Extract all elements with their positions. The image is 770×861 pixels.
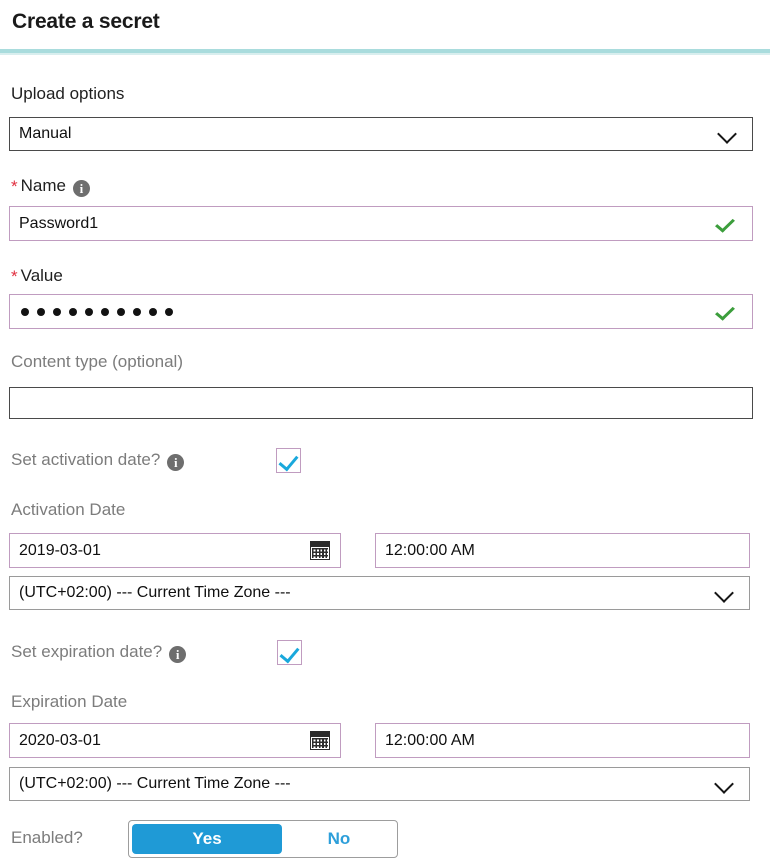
set-activation-date-checkbox[interactable]: [276, 448, 301, 473]
check-icon: [718, 214, 738, 234]
upload-options-label-text: Upload options: [11, 84, 124, 103]
info-icon[interactable]: i: [169, 646, 186, 663]
expiration-date-label-text: Expiration Date: [11, 692, 127, 711]
name-input[interactable]: Password1: [9, 206, 753, 241]
enabled-toggle[interactable]: Yes No: [128, 820, 398, 858]
expiration-time-value: 12:00:00 AM: [376, 732, 749, 750]
upload-options-value: Manual: [10, 125, 716, 143]
set-activation-date-label: Set activation date? i: [11, 450, 184, 470]
expiration-date-value: 2020-03-01: [10, 732, 310, 750]
info-icon-glyph: i: [80, 182, 84, 195]
header-accent-divider-soft: [0, 53, 770, 55]
upload-options-label: Upload options: [11, 84, 124, 104]
activation-date-input[interactable]: 2019-03-01: [9, 533, 341, 568]
upload-options-select[interactable]: Manual: [9, 117, 753, 151]
expiration-date-label: Expiration Date: [11, 692, 127, 712]
enabled-label: Enabled?: [11, 828, 83, 848]
info-icon-glyph: i: [174, 456, 178, 469]
activation-date-label: Activation Date: [11, 500, 125, 520]
check-icon: [718, 302, 738, 322]
name-label-text: Name: [21, 176, 66, 195]
content-type-label-text: Content type (optional): [11, 352, 183, 371]
expiration-timezone-select[interactable]: (UTC+02:00) --- Current Time Zone ---: [9, 767, 750, 801]
activation-time-input[interactable]: 12:00:00 AM: [375, 533, 750, 568]
expiration-timezone-value: (UTC+02:00) --- Current Time Zone ---: [10, 775, 713, 793]
enabled-label-text: Enabled?: [11, 828, 83, 847]
activation-timezone-value: (UTC+02:00) --- Current Time Zone ---: [10, 584, 713, 602]
set-expiration-date-label-text: Set expiration date?: [11, 642, 162, 661]
name-input-value: Password1: [10, 215, 718, 233]
info-icon-glyph: i: [176, 648, 180, 661]
name-label: *Name i: [11, 176, 90, 196]
calendar-icon[interactable]: [310, 731, 330, 750]
expiration-time-input[interactable]: 12:00:00 AM: [375, 723, 750, 758]
chevron-down-icon: [716, 121, 742, 147]
info-icon[interactable]: i: [167, 454, 184, 471]
content-type-input[interactable]: [9, 387, 753, 419]
value-masked-dots: [10, 308, 718, 316]
chevron-down-icon: [713, 580, 739, 606]
enabled-toggle-yes[interactable]: Yes: [132, 824, 282, 854]
set-expiration-date-label: Set expiration date? i: [11, 642, 186, 662]
set-activation-date-label-text: Set activation date?: [11, 450, 160, 469]
enabled-toggle-no[interactable]: No: [282, 824, 396, 854]
required-asterisk: *: [11, 267, 18, 286]
calendar-icon[interactable]: [310, 541, 330, 560]
chevron-down-icon: [713, 771, 739, 797]
content-type-label: Content type (optional): [11, 352, 183, 372]
activation-date-label-text: Activation Date: [11, 500, 125, 519]
activation-time-value: 12:00:00 AM: [376, 542, 749, 560]
value-label: *Value: [11, 266, 63, 286]
activation-date-value: 2019-03-01: [10, 542, 310, 560]
page-title: Create a secret: [12, 10, 160, 34]
value-input[interactable]: [9, 294, 753, 329]
info-icon[interactable]: i: [73, 180, 90, 197]
value-label-text: Value: [21, 266, 63, 285]
activation-timezone-select[interactable]: (UTC+02:00) --- Current Time Zone ---: [9, 576, 750, 610]
set-expiration-date-checkbox[interactable]: [277, 640, 302, 665]
expiration-date-input[interactable]: 2020-03-01: [9, 723, 341, 758]
required-asterisk: *: [11, 177, 18, 196]
